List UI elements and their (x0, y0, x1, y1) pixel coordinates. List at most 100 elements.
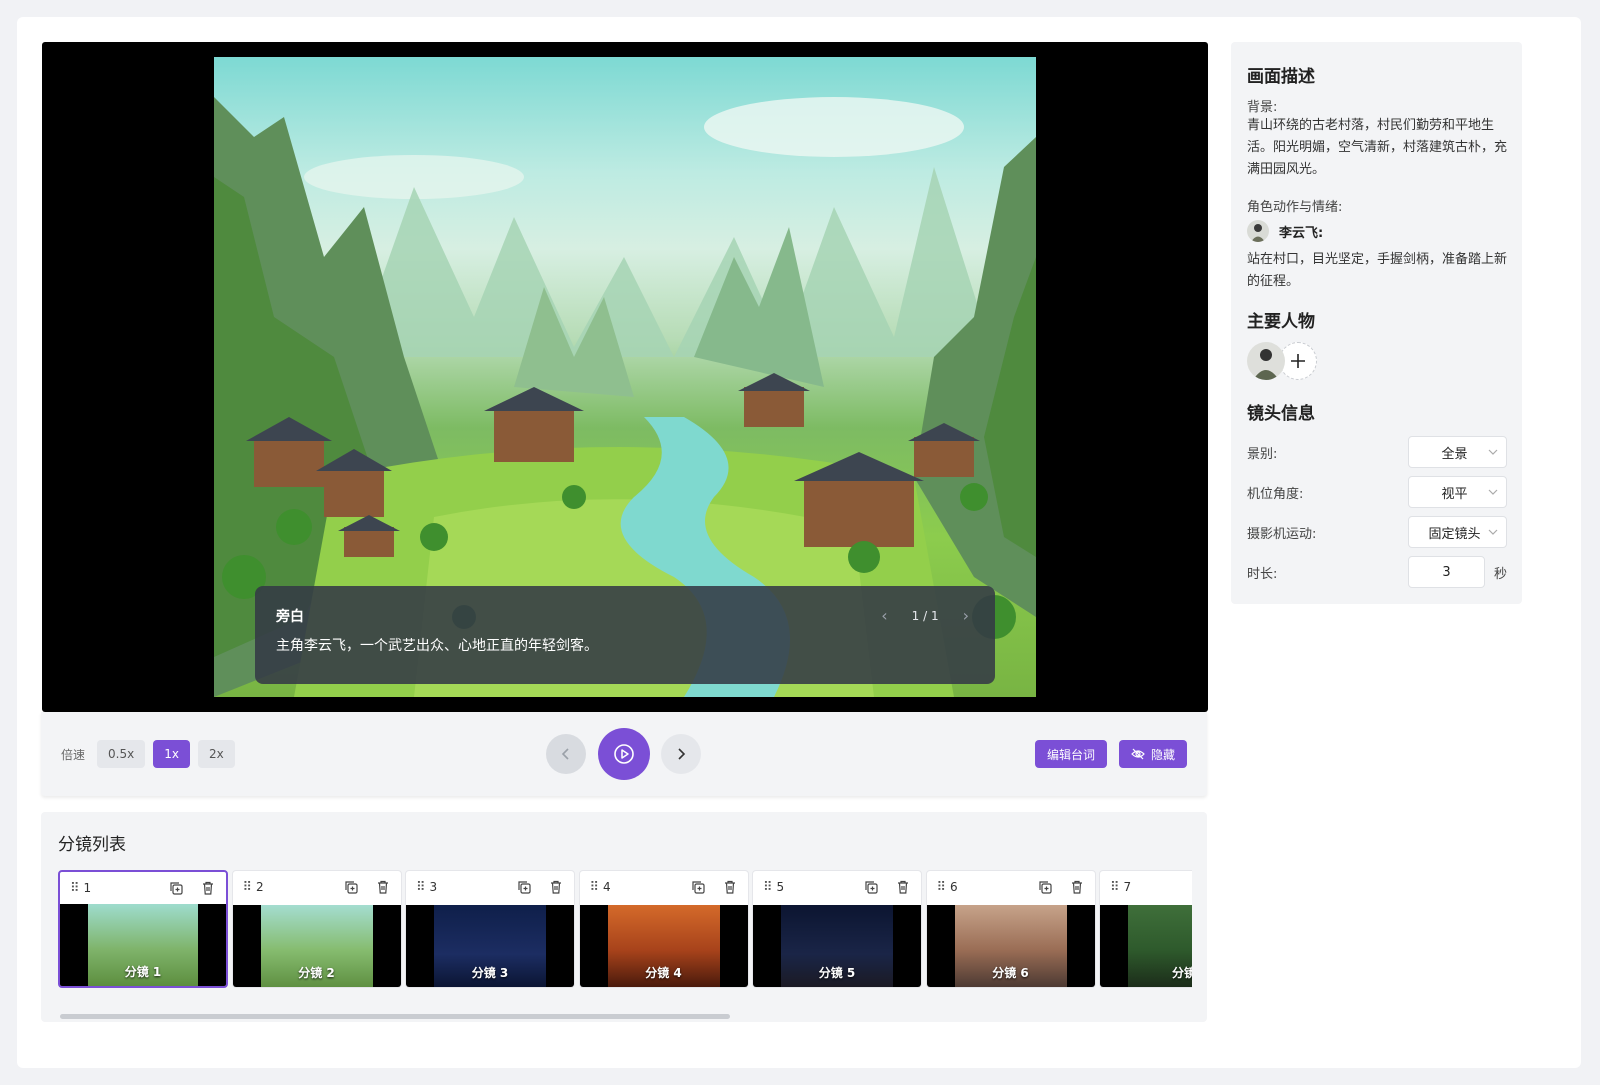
eye-off-icon (1131, 748, 1145, 760)
camera-movement-label: 摄影机运动: (1247, 526, 1317, 542)
camera-movement-row: 摄影机运动: 固定镜头 (1247, 516, 1507, 548)
drag-grip-icon[interactable]: ⠿ (70, 881, 79, 896)
drag-grip-icon[interactable]: ⠿ (590, 880, 599, 895)
camera-angle-row: 机位角度: 视平 (1247, 476, 1507, 508)
character-avatars (1247, 342, 1317, 380)
playback-controls: 倍速 0.5x 1x 2x 编辑台词 隐藏 (41, 712, 1207, 796)
shot-thumbnail: 分镜 6 (926, 905, 1095, 987)
shot-card[interactable]: ⠿ 6 分镜 6 (925, 870, 1096, 988)
person-icon (1251, 224, 1265, 242)
shot-card[interactable]: ⠿ 1 分镜 1 (58, 870, 228, 988)
speed-option-2x[interactable]: 2x (197, 740, 235, 768)
duration-input[interactable] (1407, 556, 1485, 588)
play-circle-icon (614, 744, 634, 764)
shot-scale-select[interactable]: 全景 (1408, 436, 1507, 468)
prev-shot-button[interactable] (546, 734, 586, 774)
caption-speaker: 旁白 (276, 609, 304, 625)
storyboard-strip[interactable]: ⠿1分镜 1⠿2分镜 2⠿3分镜 3⠿4分镜 4⠿5分镜 5⠿6分镜 6⠿7分镜 (58, 870, 1192, 990)
drag-grip-icon[interactable]: ⠿ (416, 880, 425, 895)
shot-number: 4 (603, 880, 611, 894)
shot-card-header: ⠿ 5 (753, 871, 921, 903)
drag-grip-icon[interactable]: ⠿ (937, 880, 946, 895)
plus-icon (1291, 354, 1305, 368)
hide-caption-button[interactable]: 隐藏 (1118, 740, 1187, 768)
shot-number: 7 (1123, 880, 1132, 894)
video-player[interactable]: 旁白 主角李云飞，一个武艺出众、心地正直的年轻剑客。 ‹ 1 / 1 › (42, 42, 1208, 712)
shot-label: 分镜 5 (818, 966, 856, 980)
scene-description-title: 画面描述 (1247, 67, 1315, 87)
shot-card[interactable]: ⠿ 5 分镜 5 (752, 870, 922, 988)
duplicate-icon[interactable] (166, 878, 186, 898)
duration-unit: 秒 (1493, 566, 1507, 582)
shot-thumbnail: 分镜 2 (232, 905, 401, 987)
action-emotion-label: 角色动作与情绪: (1247, 200, 1343, 215)
caption-pager: ‹ 1 / 1 › (881, 608, 969, 624)
shot-thumbnail: 分镜 (1100, 905, 1192, 987)
trash-icon[interactable] (198, 878, 218, 898)
camera-movement-select[interactable]: 固定镜头 (1408, 516, 1507, 548)
duplicate-icon[interactable] (341, 877, 361, 897)
shot-label: 分镜 2 (298, 966, 335, 980)
shot-scale-value: 全景 (1441, 446, 1468, 462)
caption-next-icon[interactable]: › (963, 608, 969, 624)
character-line: 李云飞: (1247, 220, 1323, 242)
shot-card-header: ⠿ 4 (580, 871, 748, 903)
horizontal-scrollbar[interactable] (60, 1014, 730, 1019)
duplicate-icon[interactable] (514, 877, 534, 897)
chevron-down-icon (1488, 449, 1498, 455)
play-button[interactable] (598, 728, 650, 780)
shot-detail-panel: 画面描述 背景: 青山环绕的古老村落，村民们勤劳和平地生活。阳光明媚，空气清新，… (1231, 42, 1522, 604)
shot-scale-label: 景别: (1247, 446, 1278, 462)
speed-option-1x[interactable]: 1x (153, 740, 190, 768)
speed-option-0-5x[interactable]: 0.5x (97, 740, 146, 768)
duplicate-icon[interactable] (688, 877, 708, 897)
drag-grip-icon[interactable]: ⠿ (763, 880, 772, 895)
camera-movement-value: 固定镜头 (1428, 526, 1481, 542)
duplicate-icon[interactable] (1035, 877, 1055, 897)
shot-card-header: ⠿ 1 (60, 872, 226, 904)
trash-icon[interactable] (546, 877, 566, 897)
shot-number: 3 (429, 880, 438, 894)
shot-card-header: ⠿ 2 (233, 871, 401, 903)
chevron-left-icon (561, 748, 569, 760)
shot-thumbnail: 分镜 4 (579, 905, 748, 987)
drag-grip-icon[interactable]: ⠿ (1110, 880, 1119, 895)
speed-selector: 倍速 0.5x 1x 2x (61, 740, 235, 768)
camera-angle-label: 机位角度: (1247, 486, 1304, 502)
trash-icon[interactable] (373, 877, 393, 897)
next-shot-button[interactable] (661, 734, 701, 774)
drag-grip-icon[interactable]: ⠿ (243, 880, 252, 895)
speed-label: 倍速 (61, 747, 86, 762)
trash-icon[interactable] (720, 877, 740, 897)
shot-label: 分镜 6 (992, 966, 1029, 980)
shot-number: 5 (776, 880, 785, 894)
background-label: 背景: (1247, 100, 1278, 115)
edit-lines-button[interactable]: 编辑台词 (1034, 740, 1107, 768)
caption-prev-icon[interactable]: ‹ (881, 608, 887, 624)
shot-number: 6 (950, 880, 958, 894)
shot-card[interactable]: ⠿ 7 分镜 (1099, 870, 1192, 988)
caption-page-indicator: 1 / 1 (911, 609, 939, 623)
shot-card[interactable]: ⠿ 3 分镜 3 (405, 870, 575, 988)
shot-thumbnail: 分镜 5 (753, 905, 921, 987)
shot-number: 2 (256, 880, 264, 894)
duplicate-icon[interactable] (861, 877, 881, 897)
storyboard-list: 分镜列表 ⠿ 1 分镜 1 ⠿ 2 分镜 2 ⠿ 3 分镜 3 ⠿ 4 分镜 4 ⠿ 5 分镜 5 ⠿ 6 分镜 … (41, 812, 1207, 1022)
character-avatar (1247, 220, 1269, 242)
character-avatar-liyunfei[interactable] (1247, 342, 1285, 380)
shot-label: 分镜 1 (124, 965, 162, 979)
shot-card-header: ⠿ 6 (927, 871, 1095, 903)
character-action-text: 站在村口，目光坚定，手握剑柄，准备踏上新的征程。 (1247, 252, 1508, 289)
shot-card[interactable]: ⠿ 4 分镜 4 (578, 870, 749, 988)
character-name: 李云飞: (1279, 225, 1324, 241)
shot-label: 分镜 3 (471, 966, 509, 980)
shot-card[interactable]: ⠿ 2 分镜 2 (231, 870, 402, 988)
camera-angle-value: 视平 (1441, 486, 1468, 502)
shot-thumbnail: 分镜 3 (406, 905, 574, 987)
shot-number: 1 (83, 881, 92, 895)
camera-angle-select[interactable]: 视平 (1408, 476, 1507, 508)
trash-icon[interactable] (893, 877, 913, 897)
trash-icon[interactable] (1067, 877, 1087, 897)
person-icon (1253, 349, 1279, 380)
background-text: 青山环绕的古老村落，村民们勤劳和平地生活。阳光明媚，空气清新，村落建筑古朴，充满… (1247, 118, 1508, 177)
